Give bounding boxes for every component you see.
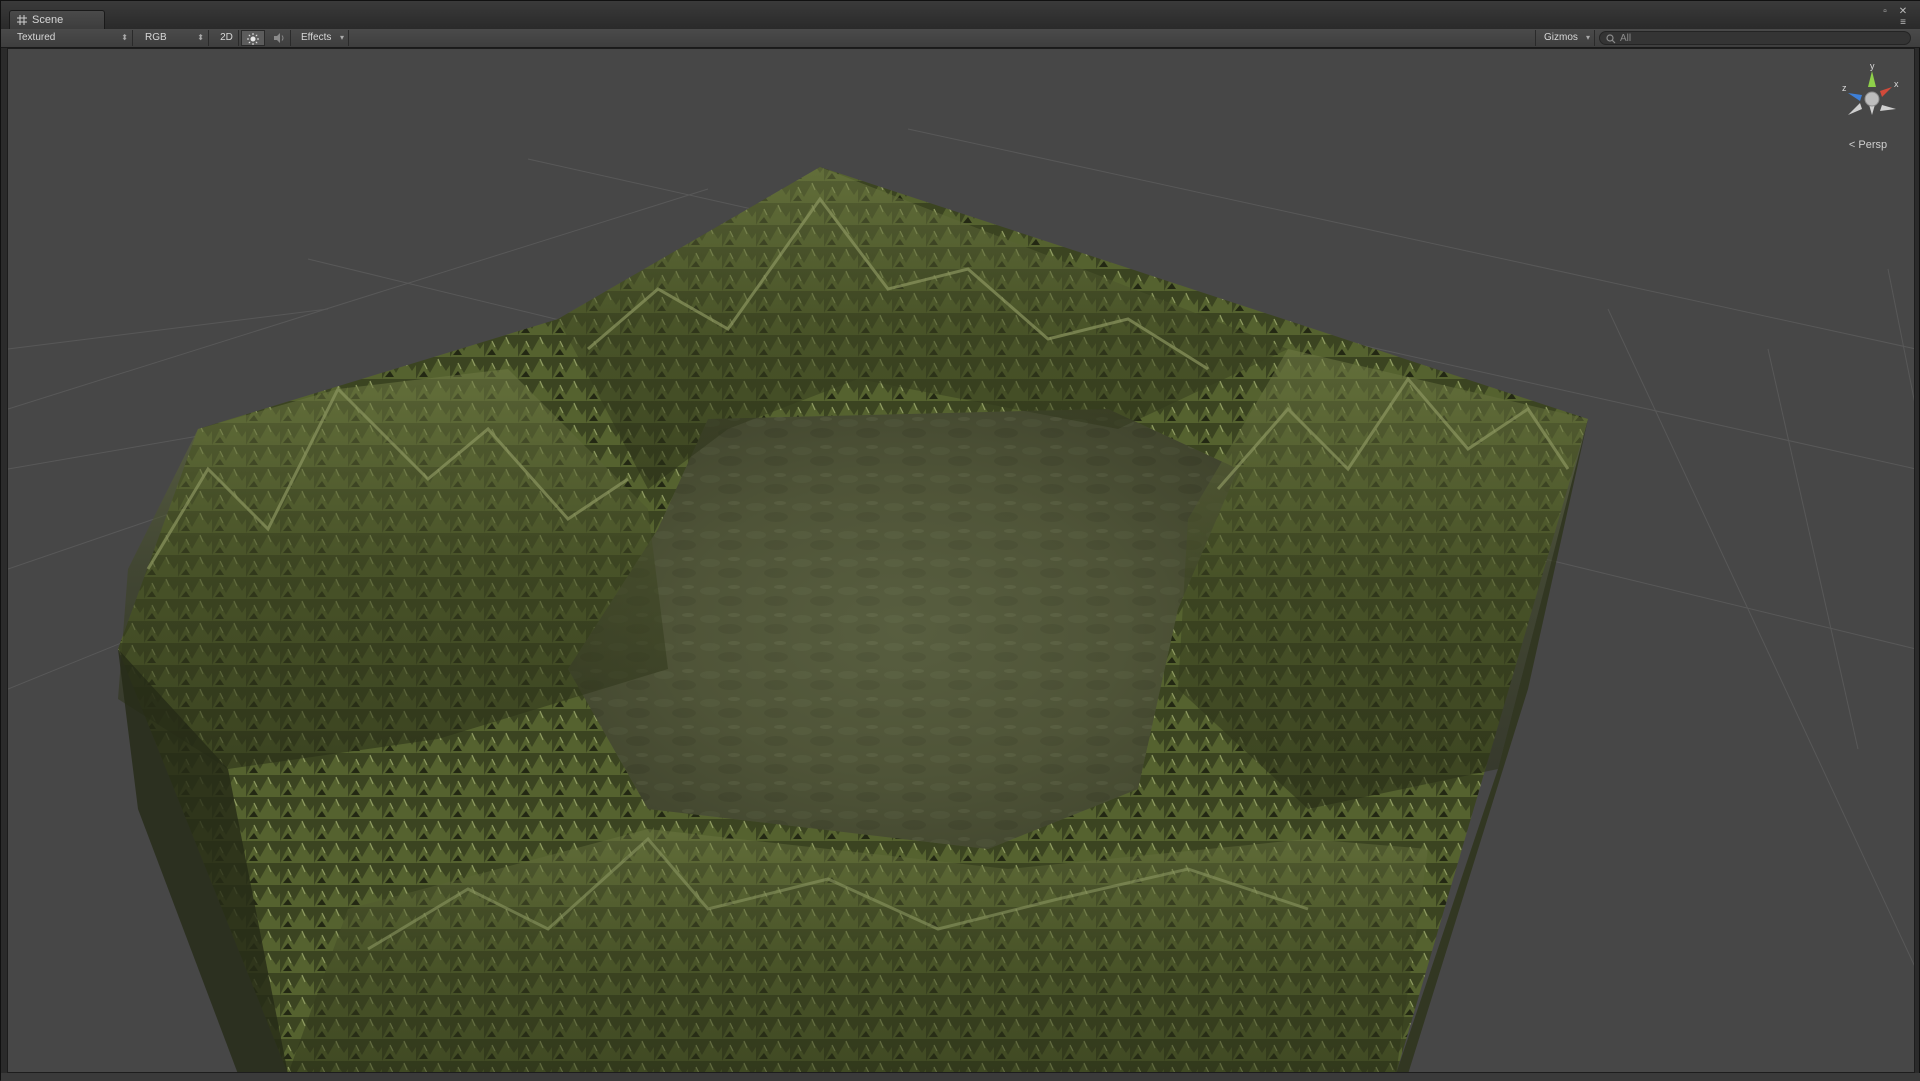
toggle-2d-button[interactable]: 2D	[215, 30, 239, 46]
search-input[interactable]: All	[1599, 31, 1911, 45]
dropdown-arrows-icon: ⬍	[197, 33, 204, 42]
effects-dropdown[interactable]: Effects ▾	[293, 30, 349, 46]
maximize-icon[interactable]: ▫	[1879, 7, 1891, 17]
gizmo-center-cube[interactable]	[1864, 91, 1880, 107]
scene-viewport[interactable]: y x z < Persp	[7, 48, 1915, 1073]
toggle-2d-label: 2D	[220, 32, 233, 43]
render-mode-value: RGB	[145, 32, 167, 43]
gizmo-x-axis[interactable]	[1880, 87, 1892, 97]
gizmo-y-axis[interactable]	[1868, 71, 1876, 87]
draw-mode-value: Textured	[17, 32, 56, 43]
gizmos-dropdown[interactable]: Gizmos ▾	[1535, 30, 1595, 46]
scene-window: Scene ▫ ✕ ≡ Textured ⬍ RGB ⬍ 2D Effects …	[0, 0, 1920, 1081]
chevron-down-icon: ▾	[339, 33, 344, 42]
gizmo-z-axis[interactable]	[1848, 93, 1862, 101]
speaker-icon	[273, 33, 283, 43]
gizmos-label: Gizmos	[1544, 32, 1578, 43]
title-bar: Scene ▫ ✕ ≡	[1, 1, 1920, 30]
gizmo-z-label: z	[1842, 83, 1847, 93]
close-icon[interactable]: ✕	[1897, 7, 1909, 17]
chevron-down-icon: ▾	[1585, 33, 1590, 42]
lighting-toggle-button[interactable]	[241, 30, 265, 46]
persp-chevron-icon: <	[1848, 139, 1856, 151]
persp-text: Persp	[1858, 139, 1888, 151]
audio-toggle-button[interactable]	[267, 30, 291, 46]
terrain-mesh	[118, 167, 1588, 1072]
search-placeholder: All	[1620, 33, 1632, 44]
scene-toolbar: Textured ⬍ RGB ⬍ 2D Effects ▾ Gizmos ▾ A…	[1, 29, 1920, 48]
effects-label: Effects	[301, 32, 332, 43]
sun-icon	[247, 33, 259, 45]
projection-label[interactable]: < Persp	[1838, 139, 1898, 151]
panel-menu-icon[interactable]: ≡	[1897, 18, 1909, 28]
dropdown-arrows-icon: ⬍	[121, 33, 128, 42]
scene-grid-icon	[17, 15, 27, 25]
tab-scene[interactable]: Scene	[9, 10, 105, 30]
render-mode-dropdown[interactable]: RGB ⬍	[137, 30, 209, 46]
search-icon	[1606, 34, 1616, 44]
gizmo-x-label: x	[1894, 79, 1899, 89]
scene-render	[8, 128, 1914, 1072]
gizmo-y-label: y	[1870, 61, 1875, 71]
tab-scene-label: Scene	[32, 14, 64, 26]
draw-mode-dropdown[interactable]: Textured ⬍	[9, 30, 133, 46]
